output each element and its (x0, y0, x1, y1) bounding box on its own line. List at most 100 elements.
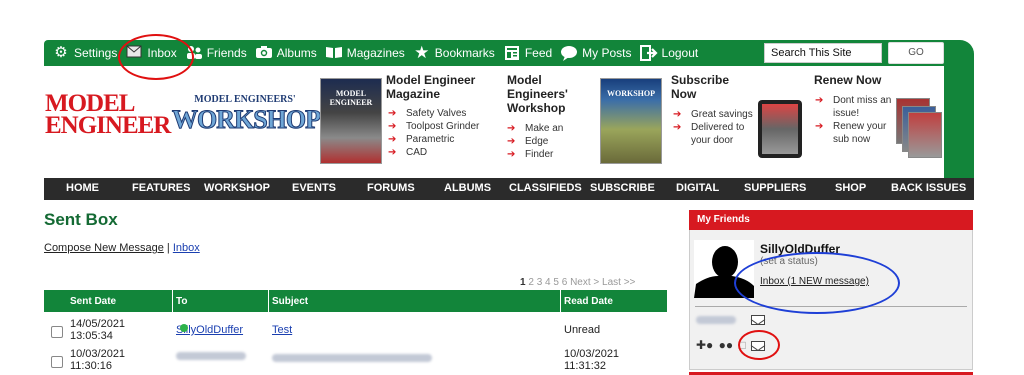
logo-me-line2: ENGINEER (45, 112, 171, 139)
search-input[interactable]: Search This Site (764, 43, 882, 63)
promo-subscribe-item: Delivered to your door (673, 121, 759, 147)
friends-label: Friends (206, 46, 247, 60)
bookmarks-link[interactable]: ★ Bookmarks (413, 43, 495, 62)
page-link[interactable]: 5 (553, 277, 559, 288)
promo-renew-title[interactable]: Renew Now (814, 73, 904, 87)
add-friend-icon[interactable]: ✚● (696, 338, 713, 352)
nav-shop[interactable]: SHOP (835, 182, 866, 194)
page-link[interactable]: 4 (545, 277, 551, 288)
go-button[interactable]: GO (888, 42, 944, 64)
row-subject-link[interactable]: Test (272, 324, 292, 336)
promo-me-item: CAD (388, 146, 479, 159)
col-to[interactable]: To (176, 296, 187, 307)
magazines-label: Magazines (346, 46, 405, 60)
envelope-icon[interactable] (751, 315, 766, 326)
promo-me-item: Parametric (388, 133, 479, 146)
main-navigation: HOME FEATURES WORKSHOP EVENTS FORUMS ALB… (44, 178, 974, 200)
nav-events[interactable]: EVENTS (292, 182, 336, 194)
speech-bubble-icon (560, 45, 578, 61)
promo-renew-item: Dont miss an issue! (815, 94, 895, 120)
row-read-date: Unread (564, 324, 601, 336)
page-current: 1 (520, 277, 526, 288)
page-link[interactable]: 2 (528, 277, 534, 288)
row-checkbox[interactable] (51, 356, 63, 368)
gear-icon: ⚙ (54, 44, 68, 61)
toolbar-corner (944, 40, 974, 180)
nav-features[interactable]: FEATURES (132, 182, 190, 194)
friends-link[interactable]: Friends (185, 45, 247, 61)
nav-home[interactable]: HOME (66, 182, 99, 194)
online-status-icon (180, 324, 188, 332)
page-title: Sent Box (44, 210, 118, 229)
table-row: 10/03/2021 11:30:16 10/03/2021 11:31:32 (44, 348, 667, 375)
message-actions: Compose New Message | Inbox (44, 242, 200, 254)
star-icon: ★ (414, 43, 430, 62)
workshop-cover[interactable]: WORKSHOP (600, 78, 662, 164)
row-sent-date: 10/03/2021 (70, 348, 126, 360)
nav-subscribe[interactable]: SUBSCRIBE (590, 182, 655, 194)
logout-icon (639, 45, 658, 61)
col-read-date[interactable]: Read Date (564, 296, 613, 307)
nav-workshop[interactable]: WORKSHOP (204, 182, 270, 194)
table-header: Sent Date To Subject Read Date (44, 290, 667, 312)
promo-subscribe-title[interactable]: Subscribe Now (671, 73, 741, 101)
actions-separator: | (166, 242, 170, 254)
promo-mew-item: Make an (507, 122, 563, 135)
magazines-link[interactable]: Magazines (325, 45, 405, 61)
camera-icon (255, 45, 273, 61)
friends-icon[interactable]: ●● (719, 338, 734, 352)
model-engineer-logo[interactable]: MODEL ENGINEER (45, 91, 171, 139)
table-row: 14/05/2021 13:05:34 SillyOldDuffer Test … (44, 318, 667, 348)
cover2-title: WORKSHOP (606, 89, 655, 98)
logout-label: Logout (661, 46, 699, 60)
promo-mew-item: Finder (507, 148, 563, 161)
page-next[interactable]: Next > (570, 277, 599, 288)
nav-suppliers[interactable]: SUPPLIERS (744, 182, 806, 194)
col-subject[interactable]: Subject (272, 296, 308, 307)
promo-me-list: Safety Valves Toolpost Grinder Parametri… (388, 107, 479, 159)
bookmarks-label: Bookmarks (434, 46, 495, 60)
book-icon (325, 45, 343, 61)
row-sent-time: 11:30:16 (70, 360, 113, 372)
feed-link[interactable]: Feed (503, 45, 552, 61)
settings-label: Settings (74, 46, 118, 60)
albums-link[interactable]: Albums (255, 45, 317, 61)
red-annotation-circle-inbox (118, 34, 194, 80)
magazine-stack-image (896, 98, 942, 158)
model-engineers-workshop-logo[interactable]: MODEL ENGINEERS' WORKSHOP (172, 94, 322, 138)
logo-mew-small: MODEL ENGINEERS' (194, 94, 296, 105)
albums-label: Albums (276, 46, 317, 60)
nav-classifieds[interactable]: CLASSIFIEDS (509, 182, 582, 194)
row-read-time: 11:31:32 (564, 360, 607, 372)
feed-icon (503, 45, 521, 61)
promo-mew-list: Make an Edge Finder (507, 122, 563, 161)
nav-forums[interactable]: FORUMS (367, 182, 415, 194)
col-sent-date[interactable]: Sent Date (70, 296, 116, 307)
tablet-image (758, 100, 802, 158)
compose-new-message-link[interactable]: Compose New Message (44, 242, 164, 254)
logo-mew-big: WORKSHOP (172, 105, 322, 135)
row-checkbox[interactable] (51, 326, 63, 338)
settings-link[interactable]: ⚙ Settings (52, 45, 117, 61)
nav-albums[interactable]: ALBUMS (444, 182, 491, 194)
page-link[interactable]: 3 (537, 277, 543, 288)
logout-link[interactable]: Logout (639, 45, 699, 61)
promo-me-title[interactable]: Model Engineer Magazine (386, 73, 496, 101)
promo-mew-title[interactable]: Model Engineers' Workshop (507, 73, 593, 115)
nav-back-issues[interactable]: BACK ISSUES (891, 182, 966, 194)
my-posts-link[interactable]: My Posts (560, 45, 632, 61)
model-engineer-cover[interactable]: MODEL ENGINEER (320, 78, 382, 164)
friend-activity-row (696, 314, 766, 326)
inbox-link-content[interactable]: Inbox (173, 242, 200, 254)
page-link[interactable]: 6 (562, 277, 568, 288)
promo-subscribe-item: Great savings (673, 108, 759, 121)
page-last[interactable]: Last >> (602, 277, 635, 288)
blue-annotation-circle-inbox (734, 252, 900, 314)
nav-digital[interactable]: DIGITAL (676, 182, 719, 194)
my-friends-header: My Friends (689, 210, 973, 230)
red-annotation-circle-envelope (738, 330, 780, 360)
promo-me-item: Toolpost Grinder (388, 120, 479, 133)
promo-subscribe-list: Great savings Delivered to your door (673, 108, 759, 147)
my-posts-label: My Posts (582, 46, 632, 60)
promo-mew-item: Edge (507, 135, 563, 148)
